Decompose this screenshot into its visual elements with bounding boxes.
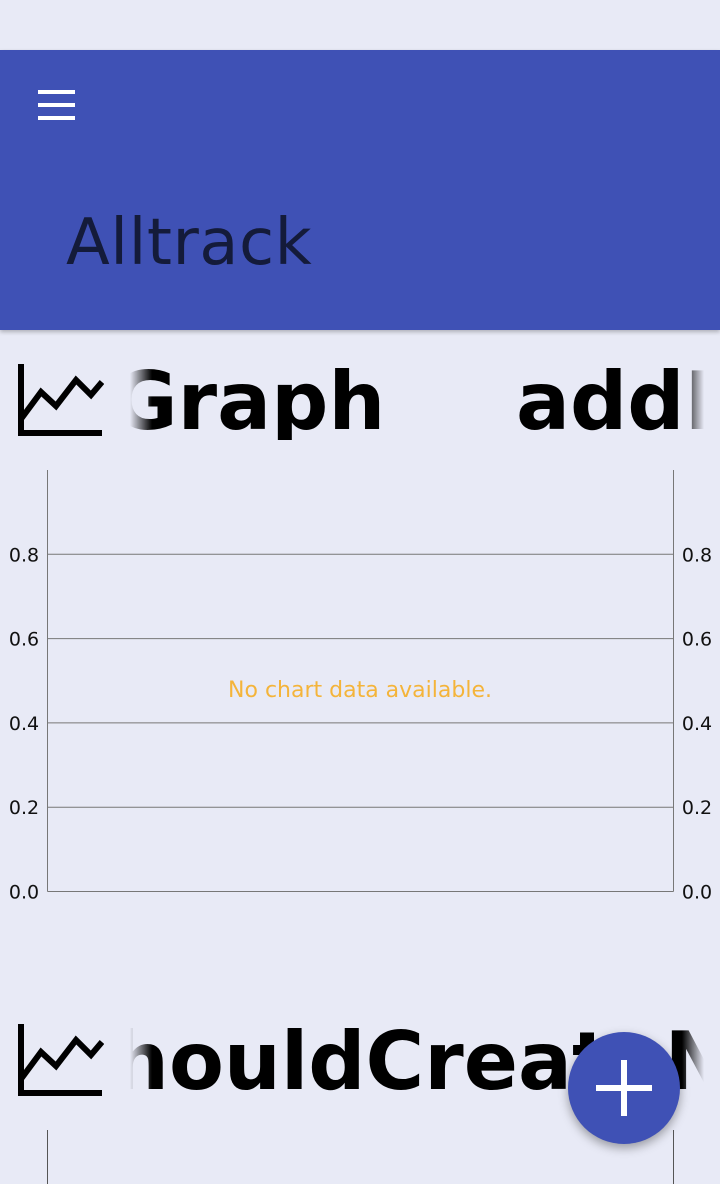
y-tick-label-left: 0.8 — [9, 544, 39, 566]
app-title: Alltrack — [66, 206, 313, 280]
graph-title-marquee: Graph addN — [130, 340, 704, 441]
chart-empty-message: No chart data available. — [228, 678, 492, 703]
y-tick-label-left: 0.4 — [9, 713, 39, 735]
graph-title-repeat: addN — [516, 355, 704, 441]
add-button[interactable] — [568, 1032, 680, 1144]
y-tick-label-right: 0.4 — [682, 713, 712, 735]
y-tick-label-left: 0.2 — [9, 797, 39, 819]
status-bar — [0, 0, 720, 50]
graph-card-header[interactable]: Graph addN — [0, 340, 720, 440]
app-bar: Alltrack — [0, 50, 720, 330]
y-tick-label-right: 0.2 — [682, 797, 712, 819]
line-chart-icon — [16, 358, 105, 438]
y-tick-label-right: 0.0 — [682, 882, 712, 904]
y-tick-label-right: 0.8 — [682, 544, 712, 566]
graph-chart: 0.0 0.2 0.4 0.6 0.8 0.0 0.2 0.4 0.6 0.8 No chart … — [0, 470, 720, 910]
y-tick-label-left: 0.6 — [9, 629, 39, 651]
y-tick-label-left: 0.0 — [9, 882, 39, 904]
line-chart-icon — [16, 1018, 105, 1098]
menu-button[interactable] — [22, 80, 90, 132]
graph-title: Graph — [130, 355, 386, 441]
y-tick-label-right: 0.6 — [682, 629, 712, 651]
